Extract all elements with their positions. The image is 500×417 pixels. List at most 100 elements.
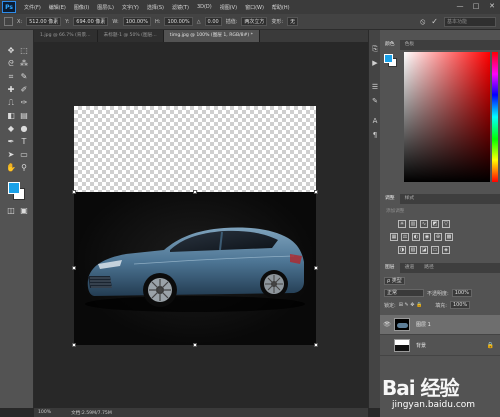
tab-adjustments[interactable]: 调整 xyxy=(380,194,400,204)
transform-handle-bottom-right[interactable] xyxy=(314,343,318,347)
quick-mask-icon[interactable]: ◫ xyxy=(6,206,16,216)
visibility-eye-icon[interactable]: 👁 xyxy=(380,321,394,328)
transform-handle-left[interactable] xyxy=(72,266,76,270)
character-panel-icon[interactable]: A xyxy=(370,116,380,126)
menu-filter[interactable]: 滤镜(T) xyxy=(172,4,189,11)
opacity-field[interactable]: 100% xyxy=(451,289,472,297)
path-selection-tool-icon[interactable]: ➤ xyxy=(6,150,16,160)
canvas-workspace[interactable] xyxy=(34,42,368,408)
menu-type[interactable]: 文字(Y) xyxy=(122,4,139,11)
menu-layer[interactable]: 图层(L) xyxy=(97,4,114,11)
type-tool-icon[interactable]: T xyxy=(19,137,29,147)
foreground-color-swatch[interactable] xyxy=(8,182,20,194)
lasso-tool-icon[interactable]: ᘓ xyxy=(6,59,16,69)
interpolation-select[interactable]: 两次立方 xyxy=(241,17,268,26)
color-picker-field[interactable] xyxy=(404,52,490,182)
fill-field[interactable]: 100% xyxy=(449,301,471,309)
posterize-icon[interactable]: ▧ xyxy=(409,246,417,254)
layer-row-1[interactable]: 👁 图层 1 xyxy=(380,315,500,335)
doc-tab-1[interactable]: 1.jpg @ 66.7% (背景… xyxy=(34,30,98,42)
zoom-tool-icon[interactable]: ⚲ xyxy=(19,163,29,173)
transform-handle-bottom-left[interactable] xyxy=(72,343,76,347)
tab-paths[interactable]: 路径 xyxy=(419,263,439,273)
layer-row-2[interactable]: 背景 🔒 xyxy=(380,336,500,356)
actions-panel-icon[interactable]: ▶ xyxy=(370,58,380,68)
x-field[interactable]: 512.00 像素 xyxy=(26,17,62,26)
warp-select[interactable]: 无 xyxy=(287,17,299,26)
curves-icon[interactable]: ∿ xyxy=(420,220,428,228)
layer-name[interactable]: 图层 1 xyxy=(416,321,431,328)
doc-tab-active[interactable]: timg.jpg @ 100% (图层 1, RGB/8#) * xyxy=(163,30,260,42)
gradient-tool-icon[interactable]: ▤ xyxy=(19,111,29,121)
menu-3d[interactable]: 3D(D) xyxy=(197,4,212,10)
tab-layers[interactable]: 图层 xyxy=(380,263,400,273)
threshold-icon[interactable]: ◪ xyxy=(420,246,428,254)
stamp-tool-icon[interactable]: ⎍ xyxy=(6,98,16,108)
color-panel-foreground[interactable] xyxy=(384,54,393,63)
menu-image[interactable]: 图像(I) xyxy=(74,4,89,11)
transform-handle-top-right[interactable] xyxy=(314,190,318,194)
maximize-button[interactable]: □ xyxy=(472,2,480,10)
brightness-icon[interactable]: ☀ xyxy=(398,220,406,228)
transform-handle-bottom[interactable] xyxy=(193,343,197,347)
transform-handle-right[interactable] xyxy=(314,266,318,270)
photo-filter-icon[interactable]: ◉ xyxy=(423,233,431,241)
invert-icon[interactable]: ◑ xyxy=(398,246,406,254)
hue-saturation-icon[interactable]: ▦ xyxy=(390,233,398,241)
menu-view[interactable]: 视图(V) xyxy=(220,4,237,11)
eyedropper-tool-icon[interactable]: ✎ xyxy=(19,72,29,82)
document-canvas[interactable] xyxy=(72,106,318,347)
paragraph-panel-icon[interactable]: ¶ xyxy=(370,130,380,140)
angle-field[interactable]: 0.00 xyxy=(204,17,222,26)
brush-panel-icon[interactable]: ✎ xyxy=(370,96,380,106)
lock-icons[interactable]: ⊞ ✎ ✥ 🔒 xyxy=(399,302,423,308)
screen-mode-icon[interactable]: ▣ xyxy=(19,206,29,216)
cancel-transform-icon[interactable]: ⦸ xyxy=(420,17,425,27)
properties-panel-icon[interactable]: ☰ xyxy=(370,82,380,92)
dodge-tool-icon[interactable]: ● xyxy=(19,124,29,134)
menu-help[interactable]: 帮助(H) xyxy=(272,4,290,11)
blur-tool-icon[interactable]: ◆ xyxy=(6,124,16,134)
selective-color-icon[interactable]: ◈ xyxy=(442,246,450,254)
menu-select[interactable]: 选择(S) xyxy=(147,4,164,11)
close-button[interactable]: ✕ xyxy=(488,2,496,10)
tab-color[interactable]: 颜色 xyxy=(380,40,400,50)
layer-name[interactable]: 背景 xyxy=(416,342,426,349)
marquee-tool-icon[interactable]: ⬚ xyxy=(19,46,29,56)
blend-mode-select[interactable]: 正常 xyxy=(384,289,424,297)
levels-icon[interactable]: ▥ xyxy=(409,220,417,228)
vibrance-icon[interactable]: ▽ xyxy=(442,220,450,228)
doc-tab-2[interactable]: 未标题-1 @ 50% (图层… xyxy=(97,30,164,42)
history-brush-tool-icon[interactable]: ✑ xyxy=(19,98,29,108)
shape-tool-icon[interactable]: ▭ xyxy=(19,150,29,160)
tab-swatches[interactable]: 色板 xyxy=(400,40,420,50)
magic-wand-tool-icon[interactable]: ⁂ xyxy=(19,59,29,69)
transform-handle-top[interactable] xyxy=(193,190,197,194)
color-lookup-icon[interactable]: ▩ xyxy=(445,233,453,241)
width-field[interactable]: 100.00% xyxy=(122,17,151,26)
y-field[interactable]: 694.00 像素 xyxy=(73,17,109,26)
channel-mixer-icon[interactable]: ⊕ xyxy=(434,233,442,241)
menu-window[interactable]: 窗口(W) xyxy=(245,4,264,11)
transform-handle-top-left[interactable] xyxy=(72,190,76,194)
height-field[interactable]: 100.00% xyxy=(164,17,193,26)
layer-kind-filter[interactable]: ρ 类型 xyxy=(384,277,405,285)
hue-slider[interactable] xyxy=(492,52,498,182)
crop-tool-icon[interactable]: ⌗ xyxy=(6,72,16,82)
brush-tool-icon[interactable]: ✐ xyxy=(19,85,29,95)
minimize-button[interactable]: — xyxy=(456,2,464,10)
move-tool-icon[interactable]: ✥ xyxy=(6,46,16,56)
tab-channels[interactable]: 通道 xyxy=(400,263,420,273)
healing-tool-icon[interactable]: ✚ xyxy=(6,85,16,95)
zoom-level[interactable]: 100% xyxy=(38,410,51,415)
pen-tool-icon[interactable]: ✒ xyxy=(6,137,16,147)
menu-file[interactable]: 文件(F) xyxy=(24,4,41,11)
exposure-icon[interactable]: ◩ xyxy=(431,220,439,228)
hand-tool-icon[interactable]: ✋ xyxy=(6,163,16,173)
black-white-icon[interactable]: ◐ xyxy=(412,233,420,241)
tab-styles[interactable]: 样式 xyxy=(400,194,420,204)
eraser-tool-icon[interactable]: ◧ xyxy=(6,111,16,121)
color-balance-icon[interactable]: ⚖ xyxy=(401,233,409,241)
reference-point-icon[interactable] xyxy=(4,17,13,26)
gradient-map-icon[interactable]: ▭ xyxy=(431,246,439,254)
